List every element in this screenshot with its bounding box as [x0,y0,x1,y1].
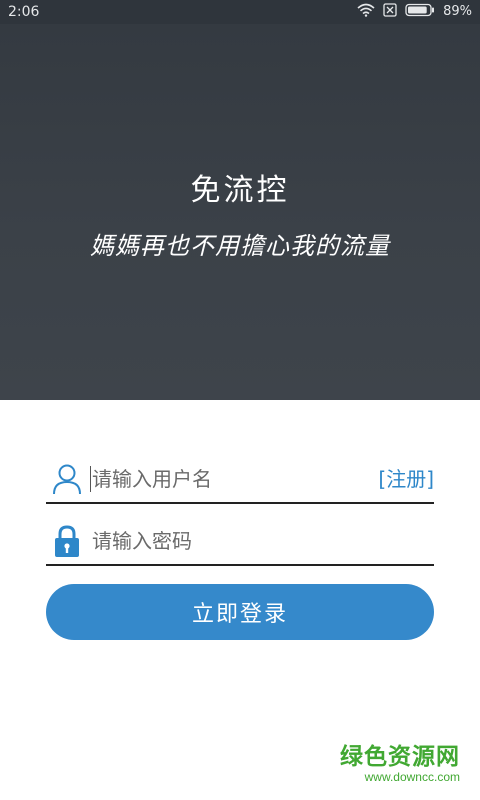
password-input[interactable] [92,524,362,558]
watermark-url: www.downcc.com [364,770,460,784]
user-icon [52,462,82,496]
password-field[interactable] [46,518,434,566]
hero-banner: 免流控 媽媽再也不用擔心我的流量 [0,24,480,400]
username-input[interactable] [92,462,362,496]
status-time: 2:06 [8,4,40,20]
watermark-title: 绿色资源网 [340,744,460,770]
battery-icon [405,3,435,21]
battery-percent: 89% [443,4,472,19]
login-screen: 2:06 89% 免流控 媽媽再也不用擔心我的流量 请输入用户名 [注册] 立即… [0,0,480,800]
watermark: 绿色资源网 www.downcc.com [340,744,460,784]
status-icons: 89% [357,3,472,21]
wifi-icon [357,3,375,21]
register-link[interactable]: [注册] [378,466,434,492]
status-bar: 2:06 89% [0,0,480,24]
no-sim-icon [383,3,397,21]
username-field[interactable]: [注册] [46,456,434,504]
login-button[interactable]: 立即登录 [46,584,434,640]
app-slogan: 媽媽再也不用擔心我的流量 [90,232,390,260]
app-title: 免流控 [190,173,290,208]
text-caret [90,466,91,492]
lock-icon [52,524,82,558]
